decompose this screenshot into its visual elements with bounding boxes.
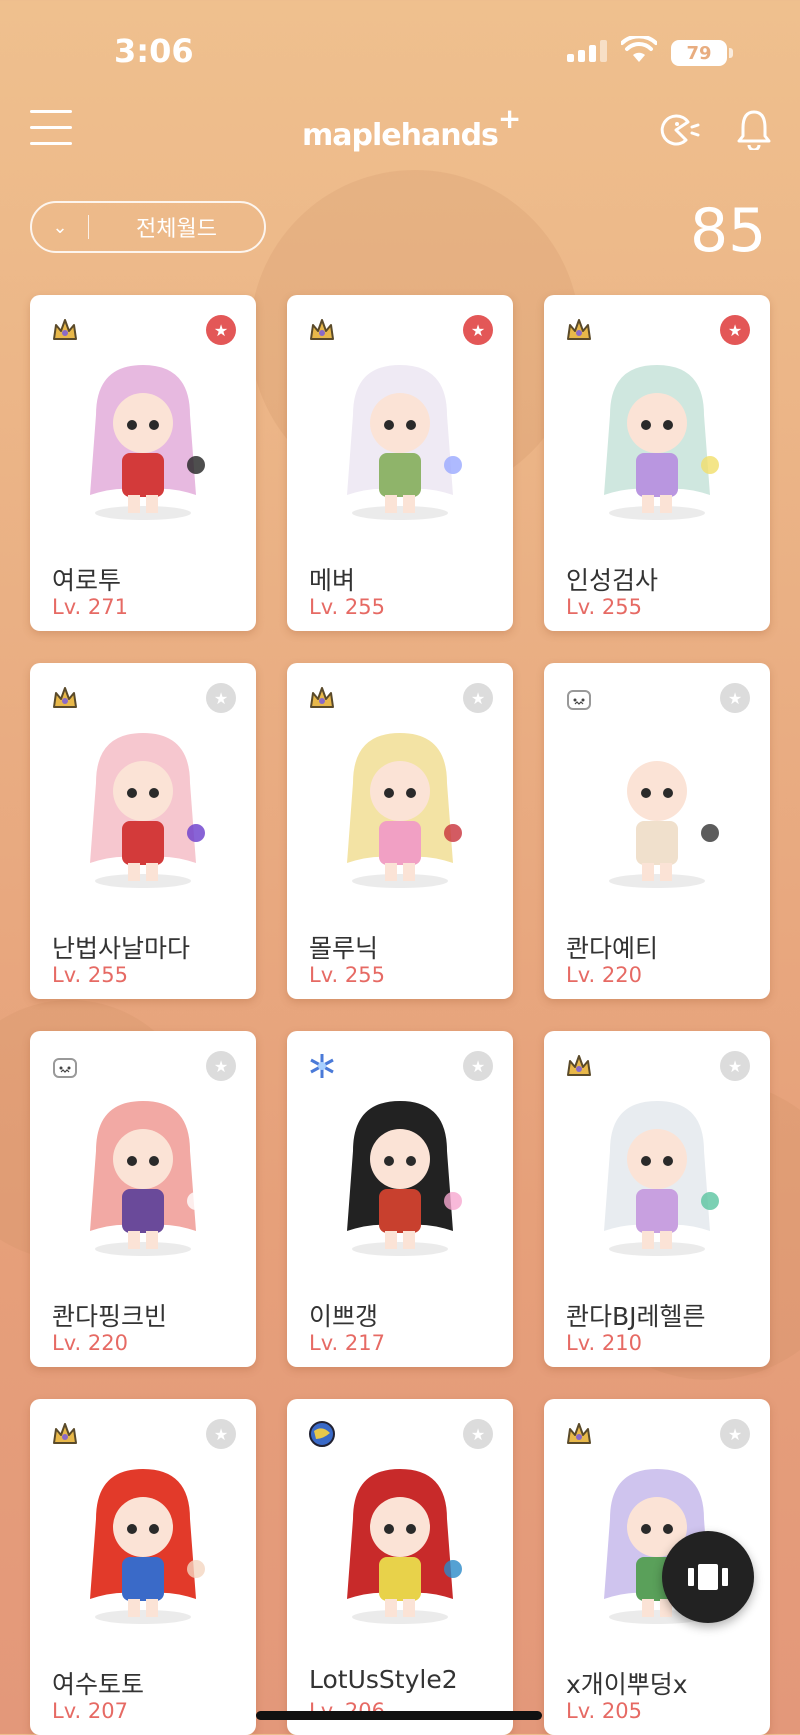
character-card[interactable]: ★ 여로투 Lv. 271 [30, 295, 256, 631]
crown-icon [564, 1051, 594, 1081]
character-avatar [570, 1081, 744, 1261]
character-avatar [313, 1449, 487, 1629]
view-toggle-button[interactable] [662, 1531, 754, 1623]
character-avatar [56, 345, 230, 525]
character-name: 메벼 [309, 566, 356, 595]
character-level: Lv. 217 [309, 1331, 385, 1355]
character-level: Lv. 255 [309, 963, 385, 987]
character-name: 여수토토 [52, 1670, 145, 1699]
favorite-star-icon[interactable]: ★ [463, 1419, 493, 1449]
character-name: 콴다핑크빈 [52, 1302, 168, 1331]
favorite-star-icon[interactable]: ★ [720, 683, 750, 713]
character-level: Lv. 220 [52, 1331, 128, 1355]
character-level: Lv. 210 [566, 1331, 642, 1355]
favorite-star-icon[interactable]: ★ [463, 315, 493, 345]
cellular-signal-icon [567, 40, 607, 62]
character-card[interactable]: ★ 콴다핑크빈 Lv. 220 [30, 1031, 256, 1367]
character-name: 난법사날마다 [52, 934, 191, 963]
character-card[interactable]: ★ 몰루닉 Lv. 255 [287, 663, 513, 999]
favorite-star-icon[interactable]: ★ [720, 315, 750, 345]
character-level: Lv. 255 [566, 595, 642, 619]
favorite-star-icon[interactable]: ★ [206, 683, 236, 713]
crown-icon [564, 1419, 594, 1449]
character-level: Lv. 220 [566, 963, 642, 987]
character-card[interactable]: ★ 여수토토 Lv. 207 [30, 1399, 256, 1735]
character-name: 이쁘갱 [309, 1302, 379, 1331]
character-card[interactable]: ★ 콴다예티 Lv. 220 [544, 663, 770, 999]
battery-indicator: 79 [671, 40, 733, 66]
character-card[interactable]: ★ 난법사날마다 Lv. 255 [30, 663, 256, 999]
crown-icon [307, 683, 337, 713]
favorite-star-icon[interactable]: ★ [720, 1419, 750, 1449]
crown-icon [307, 315, 337, 345]
character-name: 인성검사 [566, 566, 659, 595]
pacman-icon[interactable] [656, 110, 700, 150]
home-indicator [256, 1711, 542, 1720]
crown-icon [50, 1419, 80, 1449]
character-name: 콴다BJ레헬른 [566, 1302, 706, 1331]
character-count: 85 [690, 196, 767, 266]
world-selector[interactable]: ⌄ 전체월드 [30, 201, 266, 253]
character-avatar [570, 345, 744, 525]
crown-icon [564, 315, 594, 345]
character-avatar [56, 713, 230, 893]
character-card[interactable]: ★ 이쁘갱 Lv. 217 [287, 1031, 513, 1367]
character-level: Lv. 205 [566, 1699, 642, 1723]
carousel-icon [688, 1564, 728, 1590]
favorite-star-icon[interactable]: ★ [463, 683, 493, 713]
logo-plus: + [497, 102, 521, 135]
logo-text: maplehands [302, 118, 499, 153]
character-level: Lv. 207 [52, 1699, 128, 1723]
character-card[interactable]: ★ 콴다BJ레헬른 Lv. 210 [544, 1031, 770, 1367]
globe-icon [307, 1419, 337, 1449]
status-time: 3:06 [114, 32, 194, 70]
snowflake-icon [307, 1051, 337, 1081]
character-name: 몰루닉 [309, 934, 379, 963]
yeti-icon [50, 1051, 80, 1081]
favorite-star-icon[interactable]: ★ [463, 1051, 493, 1081]
character-card[interactable]: ★ 인성검사 Lv. 255 [544, 295, 770, 631]
favorite-star-icon[interactable]: ★ [206, 1051, 236, 1081]
app-logo: maplehands+ [302, 102, 521, 153]
character-avatar [56, 1081, 230, 1261]
world-label: 전체월드 [136, 217, 217, 242]
character-name: 콴다예티 [566, 934, 659, 963]
wifi-icon [621, 36, 657, 62]
character-avatar [313, 1081, 487, 1261]
chevron-down-icon: ⌄ [52, 216, 68, 238]
character-name: x개이뿌덩x [566, 1670, 688, 1699]
character-level: Lv. 255 [52, 963, 128, 987]
favorite-star-icon[interactable]: ★ [206, 1419, 236, 1449]
character-level: Lv. 255 [309, 595, 385, 619]
yeti-icon [564, 683, 594, 713]
favorite-star-icon[interactable]: ★ [720, 1051, 750, 1081]
favorite-star-icon[interactable]: ★ [206, 315, 236, 345]
character-level: Lv. 271 [52, 595, 128, 619]
character-avatar [313, 345, 487, 525]
status-bar: 3:06 79 [0, 0, 800, 100]
character-avatar [313, 713, 487, 893]
character-avatar [56, 1449, 230, 1629]
character-card[interactable]: ★ 메벼 Lv. 255 [287, 295, 513, 631]
crown-icon [50, 683, 80, 713]
character-avatar [570, 713, 744, 893]
menu-button[interactable] [30, 110, 72, 146]
notification-bell-icon[interactable] [734, 108, 774, 150]
character-card[interactable]: ★LotUsStyle2Lv. 206 [287, 1399, 513, 1735]
crown-icon [50, 315, 80, 345]
character-name: LotUsStyle2 [309, 1665, 458, 1694]
character-name: 여로투 [52, 566, 122, 595]
